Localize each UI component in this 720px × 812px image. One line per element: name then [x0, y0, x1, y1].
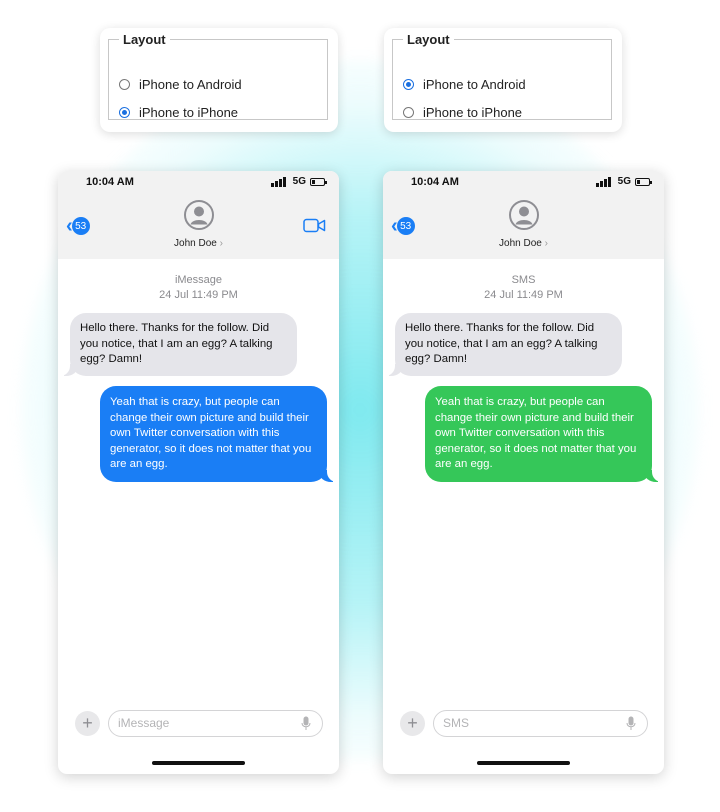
message-input[interactable]: iMessage — [108, 710, 323, 737]
service-label: SMS — [511, 274, 536, 286]
status-indicators: 5G — [270, 176, 327, 187]
outgoing-message-bubble: Yeah that is crazy, but people can chang… — [100, 386, 337, 482]
option-iphone-to-android[interactable]: iPhone to Android — [119, 77, 242, 92]
contact-name: John Doe — [499, 238, 542, 249]
option-iphone-to-android[interactable]: iPhone to Android — [403, 77, 526, 92]
status-indicators: 5G — [595, 176, 652, 187]
layout-fieldset: Layout iPhone to Android iPhone to iPhon… — [392, 32, 612, 120]
layout-panel-right: Layout iPhone to Android iPhone to iPhon… — [384, 28, 622, 132]
home-indicator — [152, 761, 245, 765]
network-label: 5G — [617, 176, 631, 187]
radio-button[interactable] — [403, 107, 414, 118]
radio-button-selected[interactable] — [119, 107, 130, 118]
outgoing-message-bubble: Yeah that is crazy, but people can chang… — [425, 386, 662, 482]
contact-name-row[interactable]: John Doe › — [58, 238, 339, 249]
signal-bars-icon — [595, 176, 612, 187]
message-input-placeholder: iMessage — [118, 716, 170, 730]
signal-bars-icon — [270, 176, 287, 187]
layout-legend: Layout — [123, 32, 166, 47]
contact-name-row[interactable]: John Doe › — [383, 238, 664, 249]
microphone-icon[interactable] — [626, 716, 636, 731]
message-input[interactable]: SMS — [433, 710, 648, 737]
conversation-header: 10:04 AM 5G ‹ 53 John Doe › — [383, 171, 664, 259]
incoming-message-bubble: Hello there. Thanks for the follow. Did … — [60, 313, 297, 376]
layout-fieldset: Layout iPhone to Android iPhone to iPhon… — [108, 32, 328, 120]
radio-button[interactable] — [119, 79, 130, 90]
layout-legend: Layout — [407, 32, 450, 47]
plus-icon[interactable]: + — [75, 711, 100, 736]
person-avatar-icon[interactable] — [184, 200, 214, 230]
message-timestamp: 24 Jul 11:49 PM — [484, 289, 563, 301]
radio-button-selected[interactable] — [403, 79, 414, 90]
chevron-right-icon: › — [219, 238, 223, 249]
conversation-header: 10:04 AM 5G ‹ 53 John Doe › — [58, 171, 339, 259]
message-timestamp: 24 Jul 11:49 PM — [159, 289, 238, 301]
battery-icon — [635, 177, 652, 186]
status-time: 10:04 AM — [86, 176, 134, 188]
unread-count-badge: 53 — [396, 217, 415, 235]
option-label: iPhone to Android — [423, 77, 526, 92]
phone-preview-imessage: 10:04 AM 5G ‹ 53 John Doe › iMessage 24 … — [58, 171, 339, 774]
layout-panel-left: Layout iPhone to Android iPhone to iPhon… — [100, 28, 338, 132]
unread-count-badge: 53 — [71, 217, 90, 235]
option-label: iPhone to Android — [139, 77, 242, 92]
video-camera-icon[interactable] — [303, 218, 326, 233]
message-input-placeholder: SMS — [443, 716, 470, 730]
person-avatar-icon[interactable] — [509, 200, 539, 230]
plus-icon[interactable]: + — [400, 711, 425, 736]
option-iphone-to-iphone[interactable]: iPhone to iPhone — [403, 105, 522, 120]
microphone-icon[interactable] — [301, 716, 311, 731]
incoming-message-bubble: Hello there. Thanks for the follow. Did … — [385, 313, 622, 376]
battery-icon — [310, 177, 327, 186]
option-label: iPhone to iPhone — [139, 105, 239, 120]
back-button[interactable]: ‹ 53 — [66, 216, 90, 236]
home-indicator — [477, 761, 570, 765]
chevron-right-icon: › — [544, 238, 548, 249]
service-label: iMessage — [174, 274, 223, 286]
option-iphone-to-iphone[interactable]: iPhone to iPhone — [119, 105, 238, 120]
status-time: 10:04 AM — [411, 176, 459, 188]
contact-name: John Doe — [174, 238, 217, 249]
phone-preview-sms: 10:04 AM 5G ‹ 53 John Doe › SMS 24 Jul 1… — [383, 171, 664, 774]
option-label: iPhone to iPhone — [423, 105, 523, 120]
network-label: 5G — [292, 176, 306, 187]
back-button[interactable]: ‹ 53 — [391, 216, 415, 236]
